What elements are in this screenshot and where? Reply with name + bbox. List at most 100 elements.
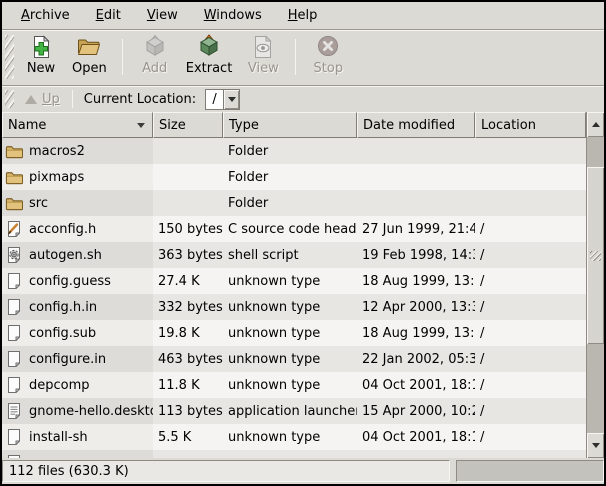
archive-manager-window: Archive Edit View Windows Help New <box>0 0 606 486</box>
plain-file-icon <box>5 350 23 368</box>
location-combo-value[interactable]: / <box>206 90 223 109</box>
menu-help[interactable]: Help <box>275 4 331 27</box>
file-name: config.sub <box>29 326 96 341</box>
toolbar-separator <box>122 39 123 75</box>
current-location-label: Current Location: <box>84 92 196 107</box>
file-type: C source code header <box>228 222 357 237</box>
file-type: unknown type <box>228 430 320 445</box>
file-location: / <box>480 222 484 237</box>
table-row[interactable]: autogen.sh 363 bytes shell script 19 Feb… <box>2 242 586 268</box>
location-bar: Up Current Location: / <box>2 86 604 112</box>
file-name: depcomp <box>29 378 90 393</box>
menu-view[interactable]: View <box>134 4 191 27</box>
table-row[interactable]: depcomp 11.8 K unknown type 04 Oct 2001,… <box>2 372 586 398</box>
stop-icon <box>315 34 341 60</box>
file-size: 5.5 K <box>158 430 191 445</box>
file-date: 04 Oct 2001, 18:12 <box>362 378 475 393</box>
file-size: 19.8 K <box>158 326 200 341</box>
menu-archive[interactable]: Archive <box>8 4 83 27</box>
table-row[interactable]: config.sub 19.8 K unknown type 18 Aug 19… <box>2 320 586 346</box>
location-combo[interactable]: / <box>205 89 240 110</box>
chevron-down-icon <box>228 97 236 102</box>
table-row[interactable]: acconfig.h 150 bytes C source code heade… <box>2 216 586 242</box>
location-bar-drag-handle[interactable] <box>5 90 14 108</box>
file-size: 27.4 K <box>158 274 200 289</box>
file-type: Folder <box>228 144 268 159</box>
file-type: unknown type <box>228 352 320 367</box>
menu-bar: Archive Edit View Windows Help <box>2 2 604 30</box>
up-button-label: Up <box>42 92 60 107</box>
file-type: Folder <box>228 196 268 211</box>
status-message-area: 112 files (630.3 K) <box>2 460 450 482</box>
menu-edit[interactable]: Edit <box>83 4 134 27</box>
file-name: gnome-hello.desktop <box>29 404 153 419</box>
table-row[interactable]: gnome-hello.desktop 113 bytes applicatio… <box>2 398 586 424</box>
file-date: 27 Jun 1999, 21:49 <box>362 222 475 237</box>
column-header-location-label: Location <box>481 118 536 133</box>
arrow-down-icon <box>592 443 600 448</box>
up-button: Up <box>17 90 68 109</box>
scrollbar-thumb[interactable] <box>587 167 604 344</box>
file-size: 113 bytes <box>158 404 223 419</box>
column-header-location[interactable]: Location <box>475 112 586 138</box>
file-list-header: Name Size Type Date modified Location <box>2 112 586 138</box>
column-header-name[interactable]: Name <box>2 112 153 138</box>
column-header-date-modified[interactable]: Date modified <box>357 112 475 138</box>
plain-file-icon <box>5 428 23 446</box>
file-type: application launcher <box>228 404 357 419</box>
plain-file-icon <box>5 376 23 394</box>
scrollbar-trough[interactable] <box>587 137 604 167</box>
menu-windows[interactable]: Windows <box>191 4 275 27</box>
vertical-scrollbar[interactable] <box>586 112 604 458</box>
file-location: / <box>480 300 484 315</box>
new-button-label: New <box>27 61 55 76</box>
file-name: config.h.in <box>29 300 97 315</box>
add-button: Add <box>131 32 179 82</box>
column-header-size[interactable]: Size <box>153 112 223 138</box>
file-type: unknown type <box>228 274 320 289</box>
file-list-body: macros2 Folder pixmaps Folder src F <box>2 138 586 458</box>
file-name: acconfig.h <box>29 222 96 237</box>
table-row[interactable]: configure.in 463 bytes unknown type 22 J… <box>2 346 586 372</box>
new-button[interactable]: New <box>17 32 65 82</box>
scrollbar-trough[interactable] <box>587 344 604 433</box>
file-type: unknown type <box>228 300 320 315</box>
view-file-icon <box>250 34 276 60</box>
plain-file-icon <box>5 298 23 316</box>
stop-button: Stop <box>304 32 352 82</box>
table-row[interactable]: src Folder <box>2 190 586 216</box>
column-header-type[interactable]: Type <box>223 112 357 138</box>
column-header-type-label: Type <box>229 118 259 133</box>
toolbar-drag-handle[interactable] <box>5 35 14 79</box>
scroll-up-button[interactable] <box>587 112 604 137</box>
scroll-down-button[interactable] <box>587 433 604 458</box>
file-date: 22 Jan 2002, 05:35 <box>362 352 475 367</box>
location-combo-dropdown-button[interactable] <box>223 90 239 109</box>
file-name: macros2 <box>29 144 85 159</box>
file-date: 15 Apr 2000, 10:21 <box>362 404 475 419</box>
table-row[interactable]: config.h.in 332 bytes unknown type 12 Ap… <box>2 294 586 320</box>
table-row[interactable]: pixmaps Folder <box>2 164 586 190</box>
file-list: Name Size Type Date modified Location <box>2 112 604 458</box>
file-location: / <box>480 378 484 393</box>
file-location: / <box>480 326 484 341</box>
arrow-up-icon <box>592 122 600 127</box>
table-row[interactable]: install-sh 5.5 K unknown type 04 Oct 200… <box>2 424 586 450</box>
open-button[interactable]: Open <box>65 32 114 82</box>
extract-icon <box>196 34 222 60</box>
open-archive-icon <box>76 34 102 60</box>
extract-button[interactable]: Extract <box>179 32 240 82</box>
file-name: pixmaps <box>29 170 84 185</box>
table-row[interactable]: macros2 Folder <box>2 138 586 164</box>
up-arrow-icon <box>25 95 37 104</box>
file-size: 463 bytes <box>158 352 223 367</box>
file-size: 363 bytes <box>158 248 223 263</box>
view-button: View <box>239 32 287 82</box>
open-button-label: Open <box>72 61 107 76</box>
status-text: 112 files (630.3 K) <box>9 464 129 479</box>
file-size: 11.8 K <box>158 378 200 393</box>
column-header-date-modified-label: Date modified <box>363 118 455 133</box>
file-location: / <box>480 352 484 367</box>
table-row[interactable]: config.guess 27.4 K unknown type 18 Aug … <box>2 268 586 294</box>
file-name: configure.in <box>29 352 106 367</box>
